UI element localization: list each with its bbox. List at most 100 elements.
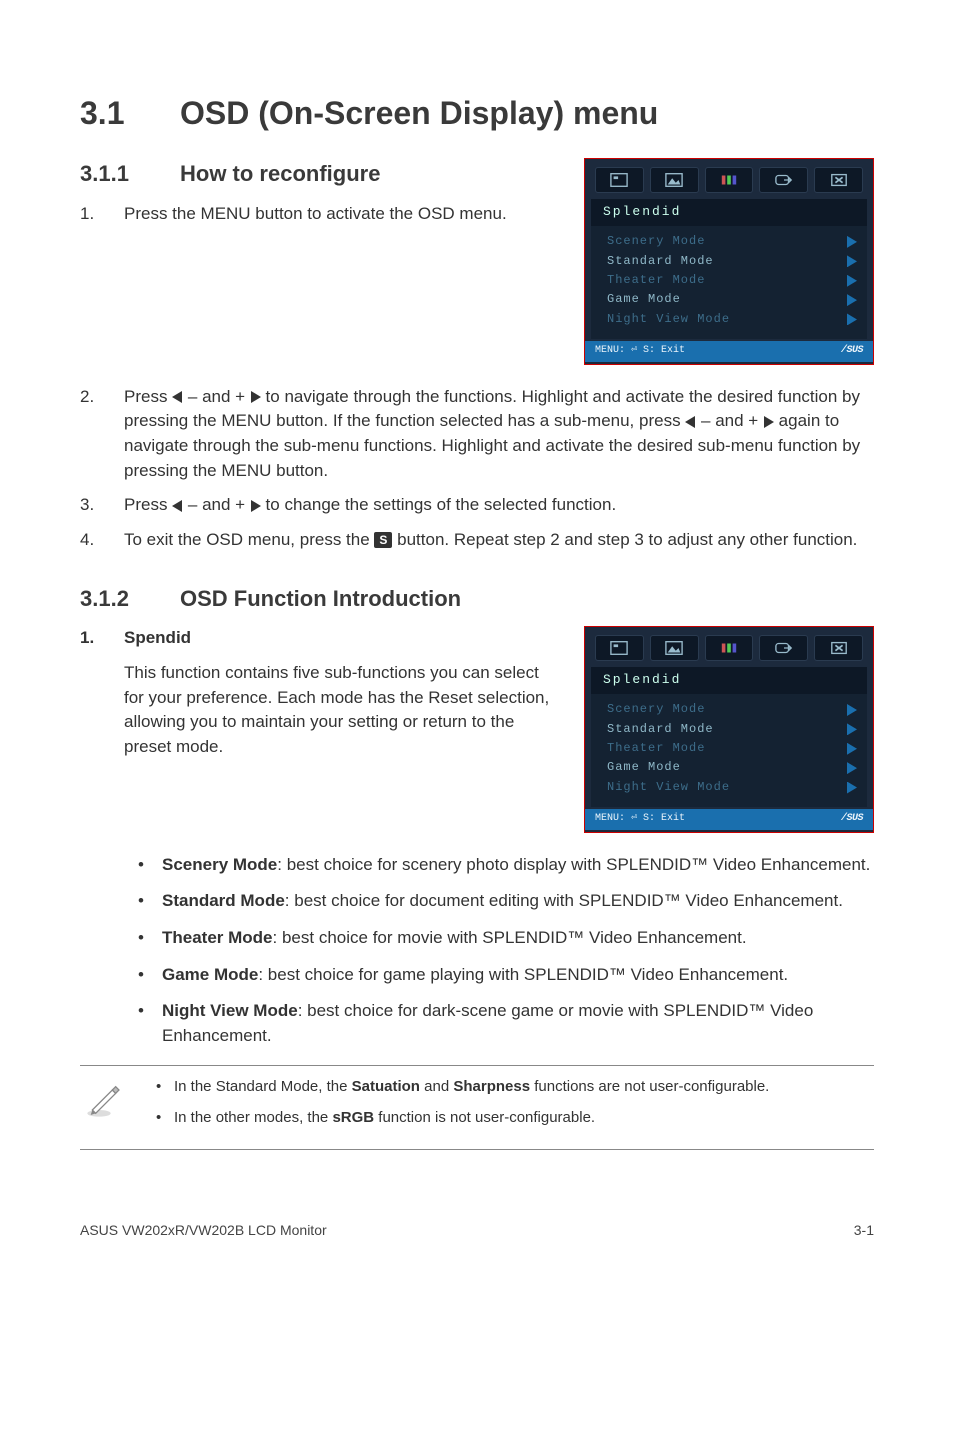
s-button-icon: S bbox=[374, 532, 392, 548]
triangle-left-icon bbox=[172, 391, 182, 403]
osd-item: Theater Mode bbox=[591, 739, 867, 758]
step-2: 2. Press – and + to navigate through the… bbox=[80, 385, 874, 484]
osd-item: Night View Mode bbox=[591, 778, 867, 797]
step-text: To exit the OSD menu, press the S button… bbox=[124, 528, 874, 553]
osd-title: Splendid bbox=[591, 667, 867, 694]
step-1: 1. Press the MENU button to activate the… bbox=[80, 202, 554, 227]
osd-tab-image-icon bbox=[650, 167, 699, 193]
osd-footer-logo: /SUS bbox=[841, 812, 863, 827]
osd-tab-image-icon bbox=[650, 635, 699, 661]
text-bold: sRGB bbox=[332, 1109, 374, 1126]
osd-tab-input-icon bbox=[759, 635, 808, 661]
chevron-right-icon bbox=[847, 704, 857, 716]
splendid-heading: 1. Spendid bbox=[80, 626, 554, 651]
text-fragment: In the other modes, the bbox=[174, 1109, 332, 1126]
osd-screenshot-2: Splendid Scenery Mode Standard Mode Thea… bbox=[584, 626, 874, 832]
osd-item: Theater Mode bbox=[591, 271, 867, 290]
osd-footer-logo: /SUS bbox=[841, 344, 863, 359]
text-fragment: Press bbox=[124, 387, 172, 406]
subheading-312: 3.1.2OSD Function Introduction bbox=[80, 583, 874, 615]
text-fragment: In the Standard Mode, the bbox=[174, 1078, 352, 1095]
text-fragment: – and + bbox=[696, 411, 763, 430]
osd-item-label: Standard Mode bbox=[607, 253, 714, 270]
subheading-number: 3.1.1 bbox=[80, 158, 180, 190]
mode-name: Game Mode bbox=[162, 965, 258, 984]
triangle-right-icon bbox=[764, 416, 774, 428]
osd-item: Game Mode bbox=[591, 290, 867, 309]
item-marker: 1. bbox=[80, 626, 124, 651]
step-marker: 2. bbox=[80, 385, 124, 484]
text-fragment: To exit the OSD menu, press the bbox=[124, 530, 374, 549]
footer-left: ASUS VW202xR/VW202B LCD Monitor bbox=[80, 1220, 327, 1240]
triangle-left-icon bbox=[685, 416, 695, 428]
splendid-description: This function contains five sub-function… bbox=[80, 661, 554, 760]
text-fragment: function is not user-configurable. bbox=[374, 1109, 595, 1126]
osd-footer-left: MENU: ⏎ S: Exit bbox=[595, 344, 685, 359]
osd-footer-left: MENU: ⏎ S: Exit bbox=[595, 812, 685, 827]
osd-item: Standard Mode bbox=[591, 252, 867, 271]
step-text: Press – and + to change the settings of … bbox=[124, 493, 874, 518]
osd-item-label: Theater Mode bbox=[607, 272, 705, 289]
step-3: 3. Press – and + to change the settings … bbox=[80, 493, 874, 518]
page-footer: ASUS VW202xR/VW202B LCD Monitor 3-1 bbox=[80, 1220, 874, 1240]
text-fragment: – and + bbox=[183, 495, 250, 514]
mode-theater: Theater Mode: best choice for movie with… bbox=[124, 926, 874, 951]
osd-item-label: Standard Mode bbox=[607, 721, 714, 738]
chevron-right-icon bbox=[847, 723, 857, 735]
mode-scenery: Scenery Mode: best choice for scenery ph… bbox=[124, 853, 874, 878]
osd-item-label: Night View Mode bbox=[607, 311, 730, 328]
osd-item-label: Game Mode bbox=[607, 291, 681, 308]
mode-name: Night View Mode bbox=[162, 1001, 298, 1020]
mode-desc: : best choice for document editing with … bbox=[285, 891, 843, 910]
mode-name: Theater Mode bbox=[162, 928, 273, 947]
mode-game: Game Mode: best choice for game playing … bbox=[124, 963, 874, 988]
osd-title: Splendid bbox=[591, 199, 867, 226]
heading-number: 3.1 bbox=[80, 90, 180, 136]
osd-item-label: Night View Mode bbox=[607, 779, 730, 796]
heading-title: OSD (On-Screen Display) menu bbox=[180, 95, 658, 131]
triangle-right-icon bbox=[251, 391, 261, 403]
mode-night: Night View Mode: best choice for dark-sc… bbox=[124, 999, 874, 1048]
text-fragment: to change the settings of the selected f… bbox=[261, 495, 616, 514]
subheading-311: 3.1.1How to reconfigure bbox=[80, 158, 554, 190]
triangle-right-icon bbox=[251, 500, 261, 512]
triangle-left-icon bbox=[172, 500, 182, 512]
chevron-right-icon bbox=[847, 313, 857, 325]
osd-tab-input-icon bbox=[759, 167, 808, 193]
osd-tab-color-icon bbox=[705, 167, 754, 193]
osd-tab-color-icon bbox=[705, 635, 754, 661]
item-title: Spendid bbox=[124, 626, 191, 651]
subheading-title: OSD Function Introduction bbox=[180, 586, 461, 611]
subheading-number: 3.1.2 bbox=[80, 583, 180, 615]
osd-item-label: Scenery Mode bbox=[607, 233, 705, 250]
chevron-right-icon bbox=[847, 255, 857, 267]
page-heading: 3.1OSD (On-Screen Display) menu bbox=[80, 90, 874, 136]
text-bold: Sharpness bbox=[453, 1078, 530, 1095]
step-marker: 1. bbox=[80, 202, 124, 227]
osd-item: Game Mode bbox=[591, 758, 867, 777]
footer-page-number: 3-1 bbox=[854, 1220, 874, 1240]
osd-item-label: Game Mode bbox=[607, 759, 681, 776]
step-text: Press the MENU button to activate the OS… bbox=[124, 202, 554, 227]
osd-tab-exit-icon bbox=[814, 167, 863, 193]
chevron-right-icon bbox=[847, 782, 857, 794]
chevron-right-icon bbox=[847, 275, 857, 287]
chevron-right-icon bbox=[847, 762, 857, 774]
chevron-right-icon bbox=[847, 236, 857, 248]
osd-screenshot-1: Splendid Scenery Mode Standard Mode Thea… bbox=[584, 158, 874, 364]
osd-tab-splendid-icon bbox=[595, 635, 644, 661]
osd-item: Standard Mode bbox=[591, 720, 867, 739]
osd-tab-splendid-icon bbox=[595, 167, 644, 193]
note-2: In the other modes, the sRGB function is… bbox=[146, 1107, 874, 1129]
text-fragment: Press bbox=[124, 495, 172, 514]
chevron-right-icon bbox=[847, 294, 857, 306]
step-marker: 3. bbox=[80, 493, 124, 518]
text-fragment: and bbox=[420, 1078, 453, 1095]
mode-standard: Standard Mode: best choice for document … bbox=[124, 889, 874, 914]
pencil-note-icon bbox=[80, 1076, 128, 1120]
osd-item: Scenery Mode bbox=[591, 700, 867, 719]
note-1: In the Standard Mode, the Satuation and … bbox=[146, 1076, 874, 1098]
osd-item-label: Theater Mode bbox=[607, 740, 705, 757]
mode-desc: : best choice for scenery photo display … bbox=[277, 855, 870, 874]
text-fragment: functions are not user-configurable. bbox=[530, 1078, 769, 1095]
